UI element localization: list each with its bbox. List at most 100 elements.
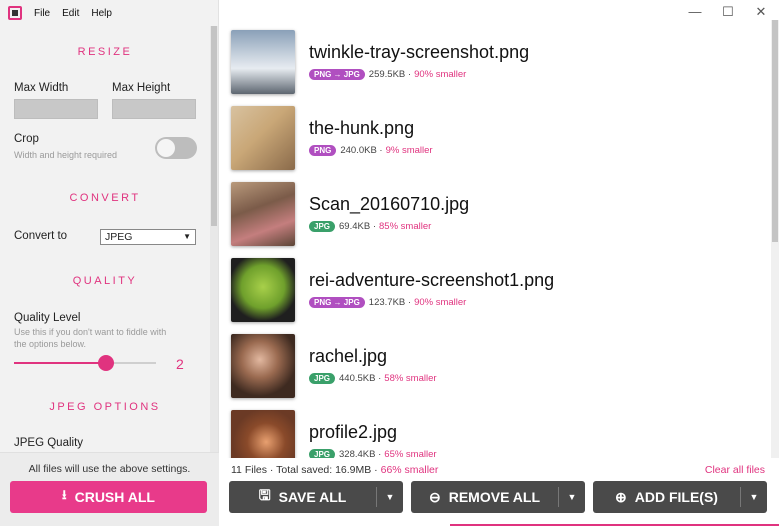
list-item[interactable]: the-hunk.png PNG 240.0KB · 9% smaller [219, 98, 771, 174]
minus-circle-icon: ⊖ [429, 488, 441, 505]
meta-separator: · [370, 221, 376, 232]
quality-level-value: 2 [176, 356, 184, 372]
add-files-button[interactable]: ⊕ ADD FILE(S) ▼ [593, 481, 767, 513]
save-all-button[interactable]: 🖫 SAVE ALL ▼ [229, 481, 403, 513]
file-list: twinkle-tray-screenshot.png PNG → JPG 25… [219, 20, 771, 458]
chevron-down-icon: ▼ [567, 492, 577, 502]
list-item[interactable]: twinkle-tray-screenshot.png PNG → JPG 25… [219, 22, 771, 98]
meta-separator: · [405, 69, 412, 80]
crop-hint: Width and height required [14, 150, 118, 160]
resize-section-title: RESIZE [77, 46, 133, 58]
download-icon: ⭳ [62, 487, 67, 502]
close-icon[interactable]: ✕ [751, 4, 771, 20]
meta-separator: · [405, 297, 412, 308]
list-item[interactable]: rachel.jpg JPG 440.5KB · 58% smaller [219, 326, 771, 402]
crop-toggle[interactable] [155, 137, 197, 159]
add-files-main[interactable]: ⊕ ADD FILE(S) [593, 481, 740, 513]
list-item[interactable]: profile2.jpg JPG 328.4KB · 65% smaller [219, 402, 771, 458]
file-name: the-hunk.png [309, 118, 415, 138]
file-name: Scan_20160710.jpg [309, 194, 470, 214]
menu-help[interactable]: Help [91, 8, 112, 19]
clear-all-link[interactable]: Clear all files [705, 464, 765, 476]
file-saving: 9% smaller [385, 145, 433, 156]
file-thumbnail [231, 182, 295, 246]
file-list-panel: — ☐ ✕ twinkle-tray-screenshot.png PNG → … [219, 0, 779, 526]
quality-slider-fill [14, 362, 107, 364]
crop-label: Crop [14, 133, 39, 145]
max-height-label: Max Height [112, 82, 171, 94]
file-meta: JPG 69.4KB · 85% smaller [309, 221, 431, 232]
file-saving: 85% smaller [379, 221, 432, 232]
crop-toggle-knob [157, 139, 175, 157]
summary-text: 11 Files · Total saved: 16.9MB · [231, 464, 381, 476]
meta-separator: · [376, 145, 383, 156]
convert-section-title: CONVERT [69, 192, 141, 204]
save-all-label: SAVE ALL [278, 489, 347, 505]
convert-to-label: Convert to [14, 230, 68, 242]
quality-section-title: QUALITY [72, 275, 138, 287]
file-name: profile2.jpg [309, 422, 398, 442]
file-meta: JPG 328.4KB · 65% smaller [309, 449, 437, 458]
list-item[interactable]: rei-adventure-screenshot1.png PNG → JPG … [219, 250, 771, 326]
plus-circle-icon: ⊕ [615, 488, 627, 505]
list-item[interactable]: Scan_20160710.jpg JPG 69.4KB · 85% small… [219, 174, 771, 250]
crush-all-button[interactable]: ⭳ CRUSH ALL [10, 481, 207, 513]
file-saving: 58% smaller [384, 373, 437, 384]
jpeg-options-section-title: JPEG OPTIONS [49, 401, 161, 413]
minimize-icon[interactable]: — [685, 4, 705, 19]
meta-separator: · [375, 449, 382, 458]
file-thumbnail [231, 258, 295, 322]
remove-all-label: REMOVE ALL [448, 489, 540, 505]
format-badge: JPG [309, 221, 336, 232]
file-size: 259.5KB [368, 69, 406, 80]
file-saving: 90% smaller [414, 297, 467, 308]
quality-level-label: Quality Level [14, 312, 81, 324]
file-thumbnail [231, 106, 295, 170]
max-width-input[interactable] [14, 99, 98, 119]
add-files-dropdown[interactable]: ▼ [741, 481, 767, 513]
menu-bar: File Edit Help [0, 0, 219, 26]
sidebar-bottom-panel: All files will use the above settings. ⭳… [0, 452, 219, 526]
summary-pct: 66% smaller [380, 464, 439, 476]
chevron-down-icon: ▼ [385, 492, 395, 502]
chevron-down-icon: ▼ [749, 492, 759, 502]
format-badge: PNG → JPG [309, 69, 365, 80]
chevron-down-icon: ▼ [183, 232, 191, 241]
file-size: 328.4KB [339, 449, 376, 458]
menu-file[interactable]: File [34, 8, 50, 19]
settings-note: All files will use the above settings. [28, 463, 191, 475]
quality-hint-line2: the options below. [14, 339, 87, 349]
file-meta: PNG 240.0KB · 9% smaller [309, 145, 433, 156]
file-list-scrollbar-thumb[interactable] [772, 20, 778, 242]
file-saving: 90% smaller [414, 69, 467, 80]
remove-all-button[interactable]: ⊖ REMOVE ALL ▼ [411, 481, 585, 513]
file-size: 240.0KB [340, 145, 377, 156]
file-thumbnail [231, 334, 295, 398]
remove-all-main[interactable]: ⊖ REMOVE ALL [411, 481, 558, 513]
file-size: 440.5KB [339, 373, 376, 384]
file-meta: PNG → JPG 259.5KB · 90% smaller [309, 69, 466, 80]
settings-scroll-area: RESIZE Max Width Max Height Crop Width a… [0, 26, 210, 452]
file-thumbnail [231, 410, 295, 458]
app-icon [8, 6, 22, 20]
save-all-main[interactable]: 🖫 SAVE ALL [229, 481, 376, 513]
quality-slider-thumb[interactable] [98, 355, 115, 371]
sidebar-scrollbar[interactable] [210, 26, 218, 452]
settings-sidebar: File Edit Help RESIZE Max Width Max Heig… [0, 0, 219, 526]
maximize-icon[interactable]: ☐ [718, 4, 738, 20]
add-files-label: ADD FILE(S) [634, 489, 718, 505]
save-all-dropdown[interactable]: ▼ [377, 481, 403, 513]
save-icon: 🖫 [258, 487, 271, 503]
file-name: rachel.jpg [309, 346, 388, 366]
file-meta: JPG 440.5KB · 58% smaller [309, 373, 437, 384]
max-height-input[interactable] [112, 99, 196, 119]
quality-hint-line1: Use this if you don't want to fiddle wit… [14, 327, 167, 337]
menu-edit[interactable]: Edit [62, 8, 79, 19]
remove-all-dropdown[interactable]: ▼ [559, 481, 585, 513]
sidebar-scrollbar-thumb[interactable] [211, 26, 217, 226]
format-badge: PNG → JPG [309, 297, 365, 308]
file-name: twinkle-tray-screenshot.png [309, 42, 530, 62]
file-list-scrollbar[interactable] [771, 20, 779, 458]
format-badge: JPG [309, 449, 336, 458]
convert-to-select[interactable]: JPEG ▼ [100, 229, 196, 245]
